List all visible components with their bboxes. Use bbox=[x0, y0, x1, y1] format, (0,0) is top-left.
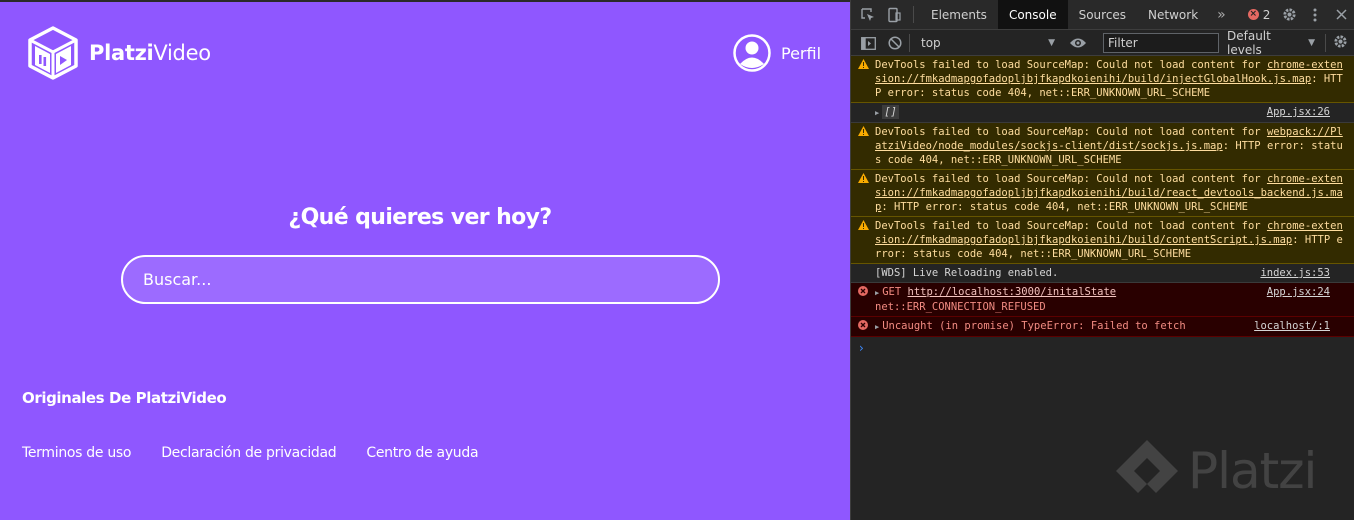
hero-title: ¿Qué quieres ver hoy? bbox=[288, 205, 552, 230]
toolbar-divider bbox=[909, 34, 910, 52]
console-info: [WDS] Live Reloading enabled. index.js:5… bbox=[851, 264, 1354, 283]
footer-links: Terminos de uso Declaración de privacida… bbox=[22, 445, 508, 461]
expand-triangle-icon[interactable]: ▶ bbox=[875, 323, 879, 331]
toolbar-divider bbox=[1325, 34, 1326, 52]
sidebar-toggle-icon[interactable] bbox=[855, 32, 881, 54]
expand-triangle-icon[interactable]: ▶ bbox=[875, 109, 879, 117]
console-messages: DevTools failed to load SourceMap: Could… bbox=[851, 56, 1354, 337]
log-levels-label: Default levels bbox=[1227, 29, 1271, 57]
context-value: top bbox=[921, 36, 941, 50]
tab-network[interactable]: Network bbox=[1137, 0, 1209, 29]
error-icon bbox=[858, 320, 868, 330]
dropdown-arrow-icon: ▼ bbox=[1308, 38, 1315, 48]
devtools-tabbar: Elements Console Sources Network » × 2 bbox=[851, 0, 1354, 30]
error-icon: × bbox=[1247, 9, 1259, 20]
footer-link-help[interactable]: Centro de ayuda bbox=[366, 445, 478, 461]
platzivideo-app: PlatziVideo Perfil ¿Qué quieres ver hoy?… bbox=[0, 0, 850, 520]
logo[interactable]: PlatziVideo bbox=[26, 26, 211, 80]
console-warning: DevTools failed to load SourceMap: Could… bbox=[851, 56, 1354, 103]
section-title: Originales De PlatziVideo bbox=[22, 389, 227, 407]
console-error: ▶ Uncaught (in promise) TypeError: Failed… bbox=[851, 317, 1354, 337]
inspect-element-icon[interactable] bbox=[855, 0, 881, 29]
footer-link-privacy[interactable]: Declaración de privacidad bbox=[161, 445, 336, 461]
console-settings-gear-icon[interactable] bbox=[1333, 34, 1348, 49]
platzi-logo-icon bbox=[1116, 440, 1178, 493]
search-input[interactable] bbox=[121, 255, 720, 304]
user-avatar-icon bbox=[733, 34, 771, 72]
filter-input[interactable] bbox=[1103, 33, 1219, 53]
request-url-link[interactable]: http://localhost:3000/initalState bbox=[908, 286, 1117, 298]
console-log: ▶[] App.jsx:26 bbox=[851, 103, 1354, 123]
source-link[interactable]: App.jsx:26 bbox=[1267, 105, 1330, 119]
profile-label: Perfil bbox=[781, 43, 822, 63]
console-prompt[interactable]: › bbox=[851, 337, 1354, 355]
error-count-badge[interactable]: × 2 bbox=[1247, 0, 1271, 29]
logged-array[interactable]: [] bbox=[882, 105, 899, 119]
eye-icon[interactable] bbox=[1069, 34, 1087, 52]
warning-icon bbox=[858, 59, 869, 69]
tab-console[interactable]: Console bbox=[997, 0, 1068, 29]
platzi-watermark: Platzi bbox=[1112, 436, 1317, 506]
context-selector[interactable]: top ▼ bbox=[915, 33, 1061, 53]
logo-text: PlatziVideo bbox=[89, 41, 211, 65]
profile-menu[interactable]: Perfil bbox=[733, 34, 821, 72]
platzivideo-cube-icon bbox=[28, 26, 78, 80]
console-toolbar: top ▼ Default levels ▼ bbox=[851, 29, 1354, 57]
tabbar-actions bbox=[1276, 0, 1354, 29]
watermark-text: Platzi bbox=[1188, 442, 1317, 500]
error-count: 2 bbox=[1262, 7, 1271, 22]
log-levels-dropdown[interactable]: Default levels ▼ bbox=[1227, 29, 1315, 57]
source-link[interactable]: index.js:53 bbox=[1260, 266, 1330, 280]
warning-icon bbox=[858, 173, 869, 183]
tab-sources[interactable]: Sources bbox=[1068, 0, 1137, 29]
console-error: ▶ GET http://localhost:3000/initalState n… bbox=[851, 283, 1354, 317]
more-tabs-chevron-icon[interactable]: » bbox=[1209, 0, 1234, 29]
source-link[interactable]: localhost/:1 bbox=[1254, 319, 1330, 333]
tabbar-divider bbox=[913, 6, 914, 23]
clear-console-icon[interactable] bbox=[882, 32, 908, 54]
error-icon bbox=[858, 286, 868, 296]
kebab-menu-icon[interactable] bbox=[1302, 0, 1328, 29]
source-link[interactable]: App.jsx:24 bbox=[1267, 285, 1330, 299]
console-warning: DevTools failed to load SourceMap: Could… bbox=[851, 217, 1354, 264]
console-warning: DevTools failed to load SourceMap: Could… bbox=[851, 123, 1354, 170]
dropdown-arrow-icon: ▼ bbox=[1048, 38, 1055, 48]
expand-triangle-icon[interactable]: ▶ bbox=[875, 289, 879, 297]
settings-gear-icon[interactable] bbox=[1276, 0, 1302, 29]
warning-icon bbox=[858, 220, 869, 230]
tab-elements[interactable]: Elements bbox=[920, 0, 998, 29]
device-toolbar-icon[interactable] bbox=[881, 0, 907, 29]
warning-icon bbox=[858, 126, 869, 136]
close-icon[interactable] bbox=[1328, 0, 1354, 29]
footer-link-terms[interactable]: Terminos de uso bbox=[22, 445, 132, 461]
console-warning: DevTools failed to load SourceMap: Could… bbox=[851, 170, 1354, 217]
